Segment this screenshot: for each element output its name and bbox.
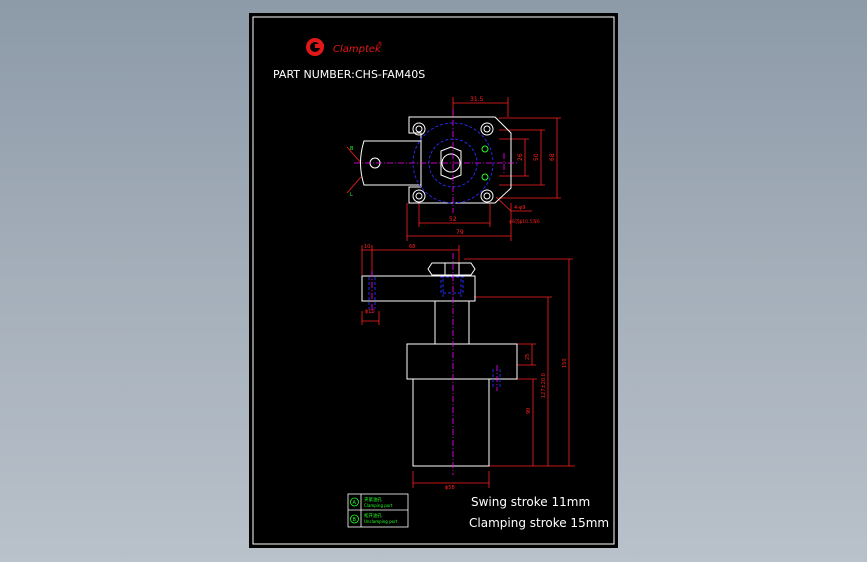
logo-mark-bar bbox=[315, 44, 324, 48]
dim-right-large: 68 bbox=[549, 153, 556, 161]
dim-bottom-overall: 79 bbox=[456, 229, 464, 236]
dim-clamp-offset: ϕ10 bbox=[365, 309, 375, 315]
brand-name: Clamptek bbox=[333, 44, 382, 55]
side-view: 10 68 ϕ10 25 127±20.0 150 90 ϕ58 bbox=[361, 244, 575, 491]
legend-clamping-label: 夹紧油孔 bbox=[364, 496, 382, 503]
cad-drawing: Clamptek ® PART NUMBER: CHS-FAM40S 31.5 … bbox=[252, 16, 615, 545]
port-legend: A B 夹紧油孔 Clamping port 松开油孔 Unclamping p… bbox=[347, 493, 409, 528]
dim-base-diameter: ϕ58 bbox=[445, 485, 455, 491]
clamping-stroke: Clamping stroke 15mm bbox=[469, 516, 609, 530]
dim-bottom-inner: 52 bbox=[449, 216, 457, 223]
dim-top-arm: 68 bbox=[409, 244, 415, 250]
top-view: 31.5 52 79 26 50 68 4-φ9 ϕ6沉ϕ10.5深6 B L bbox=[346, 96, 561, 241]
dim-right-mid: 127±20.0 bbox=[541, 373, 547, 398]
dim-body-height: 90 bbox=[526, 408, 532, 414]
hole-note: 4-φ9 bbox=[514, 205, 525, 211]
port-a-icon bbox=[481, 145, 489, 153]
drawing-frame bbox=[252, 16, 615, 545]
part-number-label: PART NUMBER: bbox=[273, 68, 355, 81]
drawing-sheet: Clamptek ® PART NUMBER: CHS-FAM40S 31.5 … bbox=[249, 13, 618, 548]
swing-stroke: Swing stroke 11mm bbox=[471, 495, 590, 509]
legend-unclamping-label: 松开油孔 bbox=[364, 512, 382, 519]
dim-top-left: 10 bbox=[364, 244, 370, 250]
legend-symbol-b: B bbox=[353, 517, 357, 523]
clamptek-logo: Clamptek ® bbox=[306, 38, 383, 56]
dim-overall-top: 31.5 bbox=[470, 96, 484, 103]
part-number: CHS-FAM40S bbox=[355, 68, 425, 81]
legend-symbol-a: A bbox=[353, 500, 357, 506]
dim-right-mid: 50 bbox=[533, 153, 540, 161]
dim-right-small: 25 bbox=[525, 354, 531, 360]
port-b-icon bbox=[481, 173, 489, 181]
legend-clamping-sublabel: Clamping port bbox=[364, 503, 393, 508]
side-marker-l: L bbox=[350, 192, 353, 198]
side-marker-b: B bbox=[350, 146, 354, 152]
dim-right-large: 150 bbox=[562, 358, 568, 368]
dim-right-small: 26 bbox=[517, 153, 524, 161]
thread-note: ϕ6沉ϕ10.5深6 bbox=[509, 218, 540, 225]
legend-unclamping-sublabel: Unclamping port bbox=[364, 519, 398, 524]
brand-mark: ® bbox=[377, 41, 383, 48]
